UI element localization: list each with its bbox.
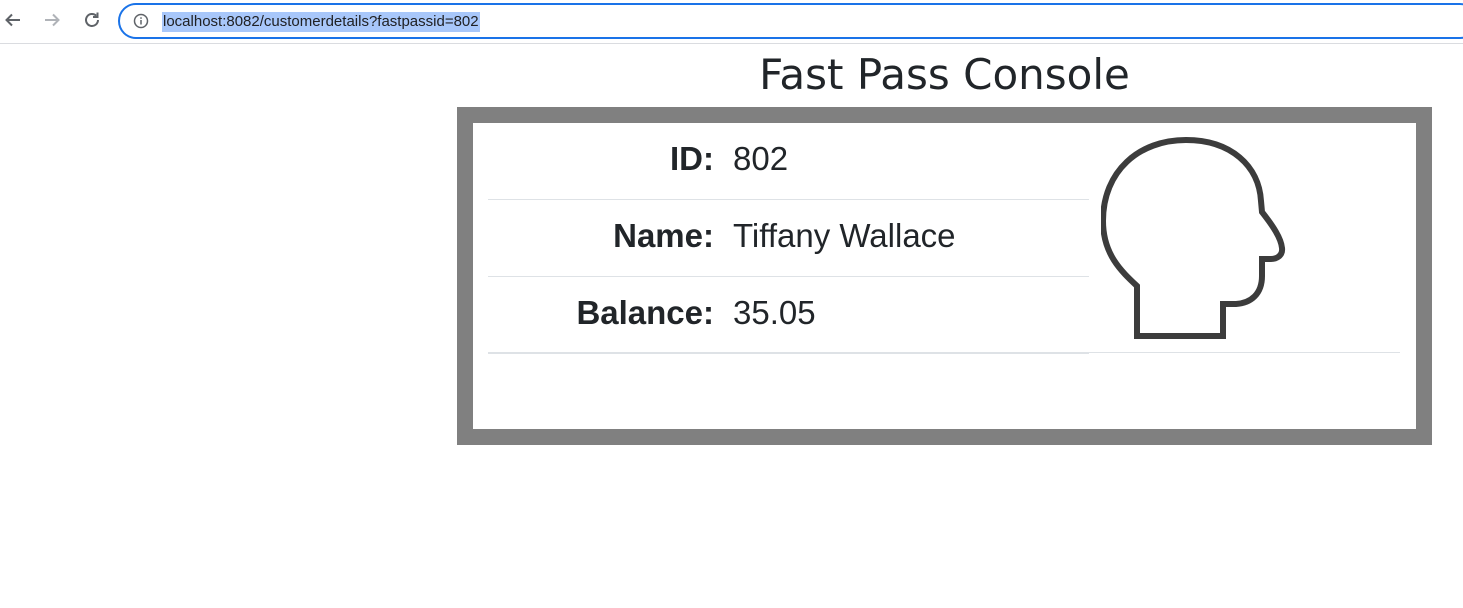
reload-icon <box>85 12 99 27</box>
id-label: ID: <box>670 140 714 177</box>
balance-label: Balance: <box>576 294 714 331</box>
page-title: Fast Pass Console <box>759 50 1130 99</box>
arrow-right-icon <box>45 13 60 27</box>
back-button[interactable] <box>0 7 26 33</box>
reload-button[interactable] <box>79 7 105 33</box>
customer-card: ID: 802 Name: Tiffany Wallace Balance: 3… <box>457 107 1432 445</box>
url-text[interactable]: localhost:8082/customerdetails?fastpassi… <box>162 12 480 32</box>
browser-toolbar: localhost:8082/customerdetails?fastpassi… <box>0 0 1463 44</box>
detail-row-name: Name: Tiffany Wallace <box>488 200 1089 277</box>
person-head-icon <box>1101 136 1286 339</box>
table-divider <box>488 352 1400 353</box>
id-value: 802 <box>733 140 789 177</box>
arrow-left-icon <box>5 13 20 27</box>
customer-details-table: ID: 802 Name: Tiffany Wallace Balance: 3… <box>488 123 1089 354</box>
detail-row-id: ID: 802 <box>488 123 1089 200</box>
balance-value: 35.05 <box>733 294 816 331</box>
name-value: Tiffany Wallace <box>733 217 956 254</box>
forward-button[interactable] <box>39 7 65 33</box>
info-icon[interactable] <box>133 13 149 29</box>
address-bar[interactable]: localhost:8082/customerdetails?fastpassi… <box>118 3 1463 39</box>
detail-row-balance: Balance: 35.05 <box>488 277 1089 354</box>
name-label: Name: <box>613 217 714 254</box>
